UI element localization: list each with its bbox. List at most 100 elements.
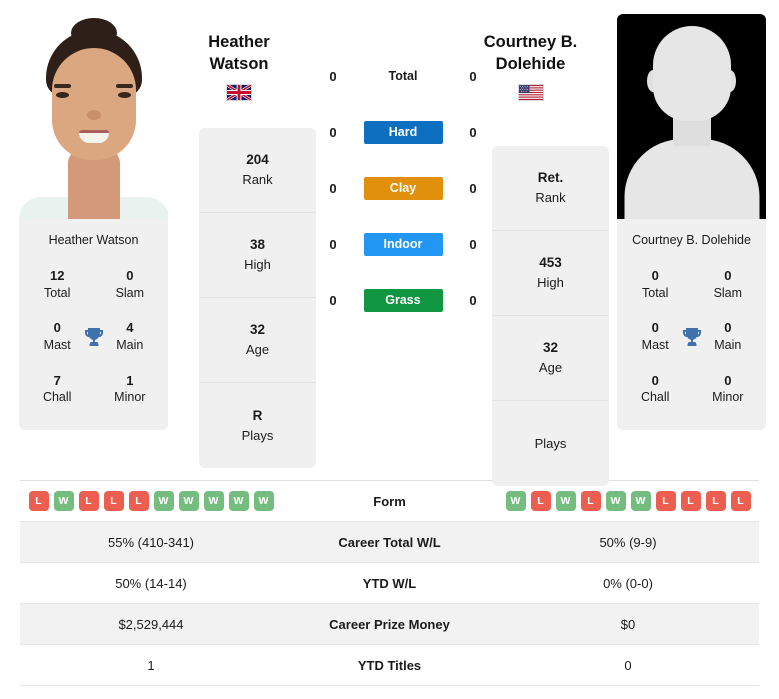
form-badge: L [680,491,701,511]
surface-left-value: 0 [329,236,337,252]
form-badge: L [103,491,124,511]
form-badge: W [203,491,224,511]
left-value: 55% (410-341) [108,534,194,550]
surface-label-grass[interactable]: Grass [363,288,443,312]
form-badge: L [78,491,99,511]
surface-right-value: 0 [469,180,477,196]
right-titles-row-1: 0 Total 0 Slam [621,259,762,311]
form-badge: L [28,491,49,511]
surface-row-total: 0 Total 0 [322,48,484,104]
right-titles-row-2: 0 Mast 0 Main [621,311,762,363]
left-player-card: Heather Watson 12 Total 0 Slam 0 Mast 4 … [19,14,168,431]
left-player-name[interactable]: Heather Watson [181,31,297,101]
right-name-line-2: Dolehide [495,55,566,74]
row-label: Career Total W/L [338,534,441,550]
form-badge: L [655,491,676,511]
right-masters-titles: 0 Mast [641,320,669,352]
form-badge: W [253,491,274,511]
table-row-ytd-wl: 50% (14-14) YTD W/L 0% (0-0) [20,563,759,604]
table-row-career-total-wl: 55% (410-341) Career Total W/L 50% (9-9) [20,522,759,563]
trophy-icon [81,324,105,350]
right-main-titles: 0 Main [714,320,742,352]
row-label-form: Form [373,493,406,509]
surface-right-value: 0 [469,124,477,140]
form-badge: W [53,491,74,511]
us-flag-icon [517,83,544,101]
left-titles-row-2: 0 Mast 4 Main [23,311,164,363]
form-badge: W [228,491,249,511]
left-titles-grid: 12 Total 0 Slam 0 Mast 4 Main 7 Chall 1 … [19,259,168,430]
left-plays-cell: R Plays [241,407,274,443]
surface-label-total: Total [388,69,418,83]
trophy-icon [679,324,703,350]
form-badge: L [530,491,551,511]
right-profile-card: Ret. Rank 453 High 32 Age Plays [492,146,609,486]
left-challenger-titles: 7 Chall [42,372,72,405]
right-titles-row-3: 0 Chall 0 Minor [621,364,762,416]
left-name-line-1: Heather [208,33,270,51]
right-high-cell: 453 High [492,231,609,316]
surface-comparison: 0 Total 0 0 Hard 0 0 Clay 0 0 Indoor 0 0 [322,0,484,328]
right-rank-cell: Ret. Rank [492,146,609,231]
table-row-form: L W L L L W W W W W Form W L W L W W L L [20,481,759,522]
right-photo-caption: Courtney B. Dolehide [632,233,751,247]
left-value: 1 [147,657,155,673]
form-badge: L [705,491,726,511]
right-challenger-titles: 0 Chall [640,372,670,405]
form-badge: W [505,491,526,511]
form-badge: W [605,491,626,511]
form-badge: W [178,491,199,511]
right-player-photo [617,14,766,219]
surface-left-value: 0 [329,292,337,308]
right-minor-titles: 0 Minor [712,372,744,405]
left-name-line-2: Watson [209,55,269,74]
left-main-titles: 4 Main [116,320,144,352]
form-badge: L [128,491,149,511]
right-value: 50% (9-9) [599,534,657,550]
right-name-line-1: Courtney B. [483,33,578,51]
surface-label-clay[interactable]: Clay [363,176,443,200]
right-total-titles: 0 Total [642,268,669,300]
form-badge: L [730,491,751,511]
row-label: YTD Titles [357,657,422,673]
left-slam-titles: 0 Slam [115,268,145,300]
right-player-name[interactable]: Courtney B. Dolehide [470,31,591,101]
right-value: 0% (0-0) [603,575,653,591]
left-total-titles: 12 Total [44,268,71,300]
row-label: Career Prize Money [329,616,450,632]
left-photo-caption: Heather Watson [48,233,139,247]
right-value: 0 [624,657,632,673]
surface-left-value: 0 [329,180,337,196]
table-row-career-prize-money: $2,529,444 Career Prize Money $0 [20,604,759,645]
left-rank-cell: 204 Rank [199,128,316,213]
form-badge: W [153,491,174,511]
comparison-table: L W L L L W W W W W Form W L W L W W L L [20,480,759,686]
surface-right-value: 0 [469,292,477,308]
left-player-photo [19,14,168,219]
row-label: YTD W/L [362,575,417,591]
surface-row-hard: 0 Hard 0 [322,104,484,160]
left-titles-row-3: 7 Chall 1 Minor [23,364,164,416]
surface-right-value: 0 [469,236,477,252]
form-badge: W [555,491,576,511]
left-form-badges: L W L L L W W W W W [20,491,282,511]
right-titles-grid: 0 Total 0 Slam 0 Mast 0 Main 0 Chall 0 M… [617,259,766,430]
surface-left-value: 0 [329,68,337,84]
surface-label-indoor[interactable]: Indoor [363,232,443,256]
surface-row-indoor: 0 Indoor 0 [322,216,484,272]
form-badge: L [580,491,601,511]
left-high-cell: 38 High [199,213,316,298]
table-row-ytd-titles: 1 YTD Titles 0 [20,645,759,686]
surface-label-hard[interactable]: Hard [363,120,443,144]
surface-left-value: 0 [329,124,337,140]
form-badge: W [630,491,651,511]
right-value: $0 [620,616,636,632]
left-masters-titles: 0 Mast [43,320,71,352]
gb-flag-icon [226,83,252,101]
surface-row-clay: 0 Clay 0 [322,160,484,216]
surface-row-grass: 0 Grass 0 [322,272,484,328]
right-player-card: Courtney B. Dolehide 0 Total 0 Slam 0 Ma… [617,14,766,431]
right-plays-cell: Plays [534,435,567,451]
left-titles-row-1: 12 Total 0 Slam [23,259,164,311]
left-profile-card: 204 Rank 38 High 32 Age R Plays [199,128,316,468]
